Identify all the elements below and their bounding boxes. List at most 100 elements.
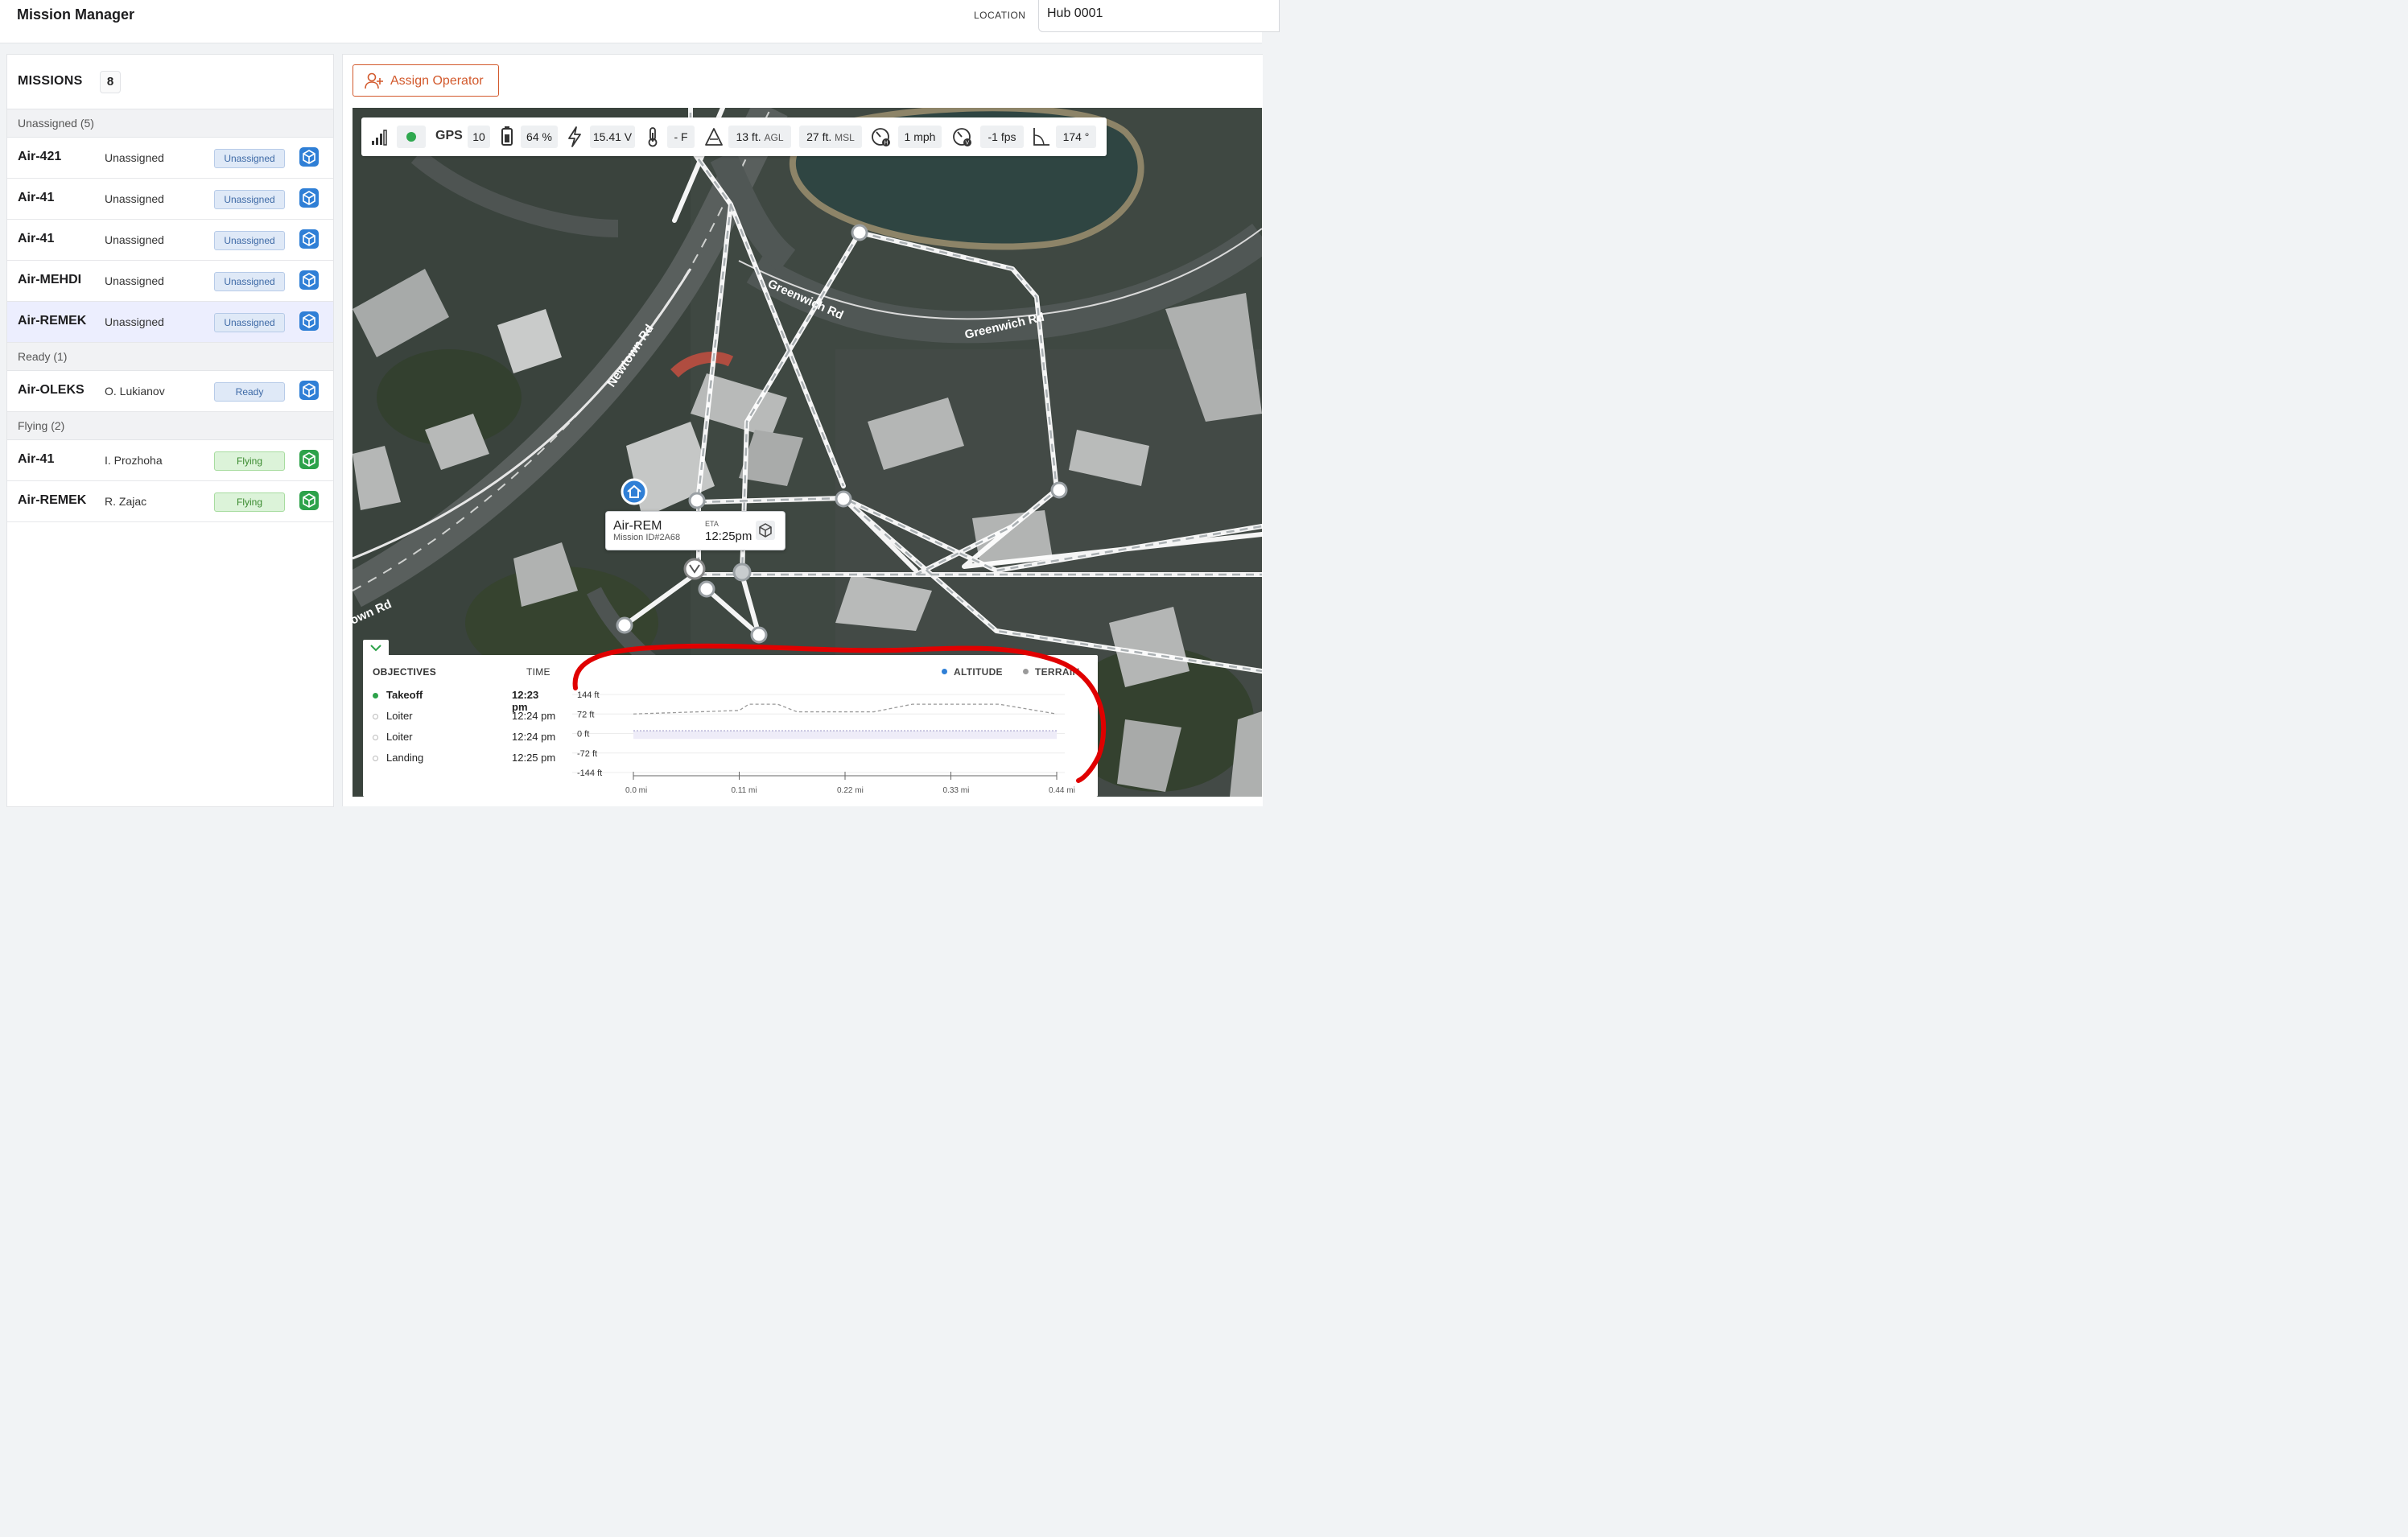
altitude-msl-value: 27 ft. xyxy=(806,130,832,143)
add-user-icon xyxy=(365,72,383,89)
mission-row[interactable]: Air-MEHDI Unassigned Unassigned xyxy=(7,261,333,302)
popup-eta-label: ETA xyxy=(705,520,719,528)
altitude-agl-unit: AGL xyxy=(764,132,784,143)
mission-row[interactable]: Air-REMEK Unassigned Unassigned xyxy=(7,302,333,343)
mission-name: Air-OLEKS xyxy=(18,383,85,397)
vertical-speed-icon: V xyxy=(953,128,971,146)
status-badge: Unassigned xyxy=(214,149,285,168)
mission-group-header: Flying (2) xyxy=(7,412,333,440)
mission-name: Air-421 xyxy=(18,150,62,163)
objective-time: 12:24 pm xyxy=(512,731,556,743)
mission-name: Air-MEHDI xyxy=(18,273,82,286)
altitude-icon xyxy=(705,128,723,146)
altitude-profile-chart: 144 ft 72 ft 0 ft -72 ft -144 ft 0.0 mi 0.11 m… xyxy=(572,690,1075,795)
package-icon[interactable] xyxy=(299,491,319,510)
heading-icon xyxy=(1033,128,1049,146)
horizontal-speed-icon: H xyxy=(872,128,890,146)
objective-name: Loiter xyxy=(386,731,413,743)
missions-header: MISSIONS 8 xyxy=(7,55,333,109)
objective-status-dot xyxy=(373,714,378,719)
terrain-series-line xyxy=(633,703,1058,715)
legend-terrain-swatch xyxy=(1023,669,1029,674)
app-title: Mission Manager xyxy=(17,6,135,23)
objective-time: 12:24 pm xyxy=(512,710,556,722)
mission-row[interactable]: Air-OLEKS O. Lukianov Ready xyxy=(7,371,333,412)
status-badge: Unassigned xyxy=(214,190,285,209)
collapse-panel-button[interactable] xyxy=(363,640,389,656)
mission-operator: R. Zajac xyxy=(105,495,147,508)
mission-row[interactable]: Air-41 I. Prozhoha Flying xyxy=(7,440,333,481)
svg-text:H: H xyxy=(884,141,889,146)
mission-operator: Unassigned xyxy=(105,315,164,328)
package-icon[interactable] xyxy=(299,311,319,331)
objective-row[interactable]: Takeoff 12:23 pm xyxy=(373,689,556,713)
status-badge: Flying xyxy=(214,451,285,471)
mission-operator: Unassigned xyxy=(105,151,164,164)
popup-package-button[interactable] xyxy=(756,521,775,540)
package-icon[interactable] xyxy=(299,450,319,469)
altitude-agl-value: 13 ft. xyxy=(736,130,761,143)
mission-operator: I. Prozhoha xyxy=(105,454,163,467)
package-icon[interactable] xyxy=(299,147,319,167)
chart-y-tick-label: 144 ft xyxy=(577,690,600,700)
chart-y-tick-label: -144 ft xyxy=(577,768,602,778)
time-header: TIME xyxy=(526,666,550,678)
popup-drone-name: Air-REM xyxy=(613,519,662,533)
thermometer-icon xyxy=(648,127,658,147)
chart-y-tick-label: 72 ft xyxy=(577,710,594,719)
gps-count: 10 xyxy=(468,126,490,148)
mission-operator: Unassigned xyxy=(105,192,164,205)
legend-terrain: TERRAIN xyxy=(1023,666,1079,678)
mission-group-header: Unassigned (5) xyxy=(7,109,333,138)
mission-operator: Unassigned xyxy=(105,233,164,246)
legend-altitude-label: ALTITUDE xyxy=(954,666,1003,678)
legend-altitude: ALTITUDE xyxy=(942,666,1003,678)
missions-title: MISSIONS xyxy=(18,74,83,88)
package-icon[interactable] xyxy=(299,229,319,249)
voltage-value: 15.41 V xyxy=(590,126,635,148)
mission-operator: O. Lukianov xyxy=(105,385,165,398)
altitude-msl-unit: MSL xyxy=(835,132,855,143)
mission-name: Air-41 xyxy=(18,232,55,245)
vertical-speed-value: -1 fps xyxy=(980,126,1024,148)
objective-row[interactable]: Loiter 12:24 pm xyxy=(373,731,556,747)
drone-info-popup[interactable]: Air-REM Mission ID#2A68 ETA 12:25pm xyxy=(605,511,785,550)
status-badge: Unassigned xyxy=(214,313,285,332)
package-glyph xyxy=(303,452,315,467)
objectives-header: OBJECTIVES xyxy=(373,666,437,678)
battery-icon xyxy=(501,126,513,146)
package-icon[interactable] xyxy=(299,381,319,400)
voltage-icon xyxy=(568,126,581,147)
signal-strength-icon xyxy=(372,130,387,146)
chart-y-tick-label: 0 ft xyxy=(577,730,589,740)
package-glyph xyxy=(303,314,315,328)
altitude-area xyxy=(633,731,1057,740)
package-icon xyxy=(759,523,772,538)
app-header: Mission Manager LOCATION Hub 0001 xyxy=(0,0,1280,43)
package-glyph xyxy=(303,273,315,287)
package-icon[interactable] xyxy=(299,270,319,290)
chart-x-tick-label: 0.0 mi xyxy=(625,786,647,795)
location-select[interactable]: Hub 0001 xyxy=(1038,0,1280,32)
mission-name: Air-REMEK xyxy=(18,314,87,328)
package-glyph xyxy=(303,383,315,398)
mission-row[interactable]: Air-421 Unassigned Unassigned xyxy=(7,138,333,179)
chart-x-tick-label: 0.33 mi xyxy=(943,786,970,795)
objective-status-dot xyxy=(373,756,378,761)
assign-operator-button[interactable]: Assign Operator xyxy=(353,64,499,97)
popup-eta-value: 12:25pm xyxy=(705,530,752,543)
chart-x-tick-label: 0.11 mi xyxy=(732,786,757,795)
objective-row[interactable]: Landing 12:25 pm xyxy=(373,752,556,768)
objective-name: Landing xyxy=(386,752,424,764)
mission-name: Air-REMEK xyxy=(18,493,87,507)
objective-row[interactable]: Loiter 12:24 pm xyxy=(373,710,556,726)
mission-name: Air-41 xyxy=(18,191,55,204)
status-badge: Unassigned xyxy=(214,231,285,250)
mission-row[interactable]: Air-41 Unassigned Unassigned xyxy=(7,220,333,261)
mission-operator: Unassigned xyxy=(105,274,164,287)
objective-name: Takeoff xyxy=(386,689,423,701)
mission-row[interactable]: Air-41 Unassigned Unassigned xyxy=(7,179,333,220)
mission-row[interactable]: Air-REMEK R. Zajac Flying xyxy=(7,481,333,522)
home-marker-icon[interactable] xyxy=(621,478,648,505)
package-icon[interactable] xyxy=(299,188,319,208)
